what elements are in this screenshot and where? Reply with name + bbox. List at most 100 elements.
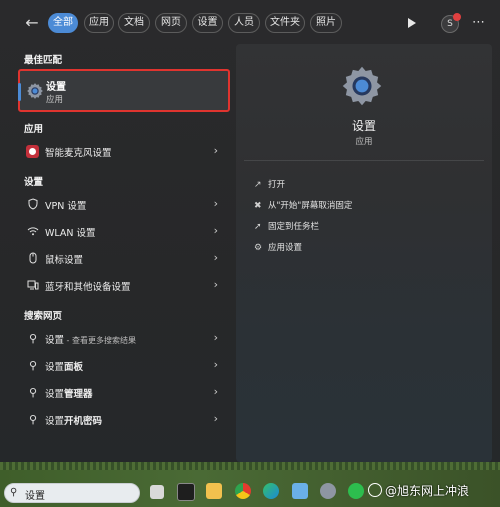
list-item-label: 蓝牙和其他设备设置 [45,282,131,293]
chevron-right-icon[interactable]: › [214,278,218,291]
wifi-icon [26,225,40,239]
web-query-bold: 开机密码 [64,416,103,427]
action-label: 应用设置 [268,243,303,253]
list-item[interactable]: ⚲ 设置 - 查看更多搜索结果 › [18,327,230,351]
avatar[interactable]: S [441,13,461,33]
web-query-bold: 管理器 [64,389,93,400]
web-query: 设置 [45,362,65,373]
best-match-title: 设置 [46,82,66,93]
list-item[interactable]: WLAN 设置 › [18,220,230,244]
back-arrow-icon[interactable]: ← [24,15,40,31]
web-query: 设置 [45,389,65,400]
divider [244,160,484,161]
avatar-letter: S [447,19,453,29]
task-view-icon[interactable] [150,485,164,499]
filter-chip-docs[interactable]: 文档 [118,13,150,33]
list-item[interactable]: 智能麦克风设置 › [18,140,230,164]
bluetooth-devices-icon [26,279,40,293]
section-settings: 设置 [24,177,44,188]
chrome-icon[interactable] [235,483,251,499]
watermark: @旭东网上冲浪 [368,482,469,499]
wechat-icon[interactable] [348,483,364,499]
settings-gear-icon [27,83,43,99]
list-item-label: 智能麦克风设置 [45,148,112,159]
search-panel: ← 全部 应用 文档 网页 设置 人员 文件夹 照片 S ⋯ 最佳匹配 设置 应… [0,0,500,470]
chevron-right-icon[interactable]: › [214,224,218,237]
list-item[interactable]: ⚲ 设置管理器 › [18,381,230,405]
list-item-label: 设置面板 [45,359,83,373]
notification-dot [453,13,461,21]
filter-bar: ← 全部 应用 文档 网页 设置 人员 文件夹 照片 S ⋯ [0,8,500,38]
list-item[interactable]: 鼠标设置 › [18,247,230,271]
filter-chip-folders[interactable]: 文件夹 [265,13,305,33]
action-label: 打开 [268,180,286,190]
list-item[interactable]: VPN 设置 › [18,193,230,217]
section-web-search: 搜索网页 [24,311,63,322]
list-item-label: 设置管理器 [45,386,93,400]
action-label: 从"开始"屏幕取消固定 [268,201,353,211]
filter-chip-people[interactable]: 人员 [228,13,260,33]
play-icon[interactable] [408,18,416,28]
shield-icon [26,198,40,212]
best-match-item[interactable]: 设置 应用 [18,69,230,112]
detail-panel: 设置 应用 ↗ 打开 ✖ 从"开始"屏幕取消固定 ➚ 固定到任务栏 ⚙ 应用设置 [236,44,492,462]
search-icon: ⚲ [28,413,38,426]
more-options-icon[interactable]: ⋯ [472,15,486,30]
section-apps: 应用 [24,124,44,135]
chevron-right-icon[interactable]: › [214,385,218,398]
chevron-right-icon[interactable]: › [214,412,218,425]
list-item[interactable]: ⚲ 设置面板 › [18,354,230,378]
list-item-label: VPN 设置 [45,201,87,212]
list-item[interactable]: 蓝牙和其他设备设置 › [18,274,230,298]
list-item[interactable]: ⚲ 设置开机密码 › [18,408,230,432]
filter-chip-web[interactable]: 网页 [155,13,187,33]
filter-chip-settings[interactable]: 设置 [192,13,223,33]
terminal-icon[interactable] [177,483,195,501]
watermark-text: @旭东网上冲浪 [385,484,470,498]
gear-icon: ⚙ [254,243,263,253]
list-item-label: WLAN 设置 [45,228,96,239]
web-query-suffix: - 查看更多搜索结果 [64,336,136,345]
action-pin-taskbar[interactable]: ➚ 固定到任务栏 [254,220,319,232]
taskbar-search-box[interactable]: ⚲ 设置 [4,483,140,503]
action-open[interactable]: ↗ 打开 [254,178,285,190]
weibo-logo-icon [368,483,382,497]
mouse-icon [26,252,40,266]
list-item-label: 设置开机密码 [45,413,102,427]
file-explorer-icon[interactable] [206,483,222,499]
chevron-right-icon[interactable]: › [214,251,218,264]
taskbar-search-text: 设置 [25,491,45,502]
action-app-settings[interactable]: ⚙ 应用设置 [254,241,302,253]
chevron-right-icon[interactable]: › [214,144,218,157]
search-icon: ⚲ [28,332,38,345]
action-label: 固定到任务栏 [268,222,320,232]
section-best-match: 最佳匹配 [24,55,63,66]
search-icon: ⚲ [28,359,38,372]
search-icon: ⚲ [28,386,38,399]
pin-icon: ➚ [254,222,262,232]
detail-title: 设置 [351,119,376,133]
best-match-subtitle: 应用 [46,95,64,105]
search-icon: ⚲ [10,487,18,498]
detail-subtitle: 应用 [355,137,373,147]
web-query: 设置 [45,335,65,346]
photos-icon[interactable] [292,483,308,499]
edge-icon[interactable] [263,483,279,499]
open-icon: ↗ [254,180,262,190]
selection-indicator [18,83,21,101]
filter-chip-apps[interactable]: 应用 [84,13,114,33]
web-query: 设置 [45,416,65,427]
filter-chip-photos[interactable]: 照片 [310,13,342,33]
unpin-icon: ✖ [254,201,262,211]
web-query-bold: 面板 [64,362,84,373]
settings-gear-icon [342,66,382,106]
action-unpin-start[interactable]: ✖ 从"开始"屏幕取消固定 [254,199,352,211]
chevron-right-icon[interactable]: › [214,358,218,371]
settings-gear-icon[interactable] [320,483,336,499]
list-item-label: 设置 - 查看更多搜索结果 [45,332,136,346]
list-item-label: 鼠标设置 [45,255,84,266]
filter-chip-all[interactable]: 全部 [48,13,78,33]
chevron-right-icon[interactable]: › [214,331,218,344]
chevron-right-icon[interactable]: › [214,197,218,210]
microphone-app-icon [26,145,39,158]
